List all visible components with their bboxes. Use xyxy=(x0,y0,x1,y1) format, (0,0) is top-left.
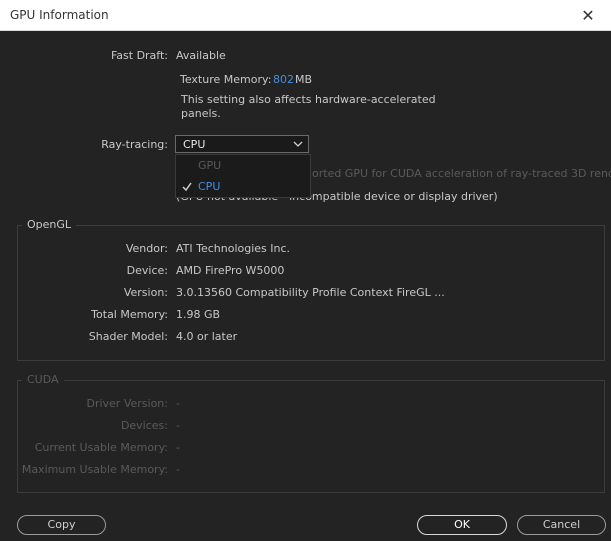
chevron-down-icon xyxy=(293,136,303,155)
cuda-devices-value: - xyxy=(176,419,180,432)
cuda-driver-version-value: - xyxy=(176,397,180,410)
cuda-maximum-memory-value: - xyxy=(176,463,180,476)
opengl-vendor-label: Vendor: xyxy=(125,242,168,255)
copy-button[interactable]: Copy xyxy=(17,515,106,535)
fast-draft-note-line2: panels. xyxy=(181,107,221,120)
opengl-title: OpenGL xyxy=(22,218,77,231)
close-icon[interactable]: ✕ xyxy=(565,0,611,31)
fast-draft-label: Fast Draft: xyxy=(110,49,168,62)
checkmark-icon xyxy=(182,179,192,196)
cuda-devices-label: Devices: xyxy=(120,419,168,432)
opengl-device-value: AMD FirePro W5000 xyxy=(176,264,285,277)
opengl-version-value: 3.0.13560 Compatibility Profile Context … xyxy=(176,286,445,299)
ray-tracing-hint: orted GPU for CUDA acceleration of ray-t… xyxy=(312,167,611,180)
ray-tracing-select[interactable]: CPU xyxy=(175,135,309,153)
ray-tracing-label: Ray-tracing: xyxy=(101,138,168,151)
ray-tracing-dropdown: GPU CPU xyxy=(175,154,311,198)
cuda-current-memory-value: - xyxy=(176,441,180,454)
cuda-driver-version-label: Driver Version: xyxy=(86,397,168,410)
cuda-title: CUDA xyxy=(22,373,64,386)
opengl-device-label: Device: xyxy=(126,264,168,277)
opengl-shader-model-label: Shader Model: xyxy=(88,330,168,343)
texture-memory-value: 802 xyxy=(273,73,294,86)
opengl-version-label: Version: xyxy=(123,286,168,299)
option-gpu[interactable]: GPU xyxy=(176,156,310,176)
texture-memory-unit: MB xyxy=(295,73,313,86)
option-gpu-label: GPU xyxy=(198,159,222,172)
opengl-total-memory-label: Total Memory: xyxy=(91,308,168,321)
fast-draft-note-line1: This setting also affects hardware-accel… xyxy=(181,93,436,106)
opengl-total-memory-value: 1.98 GB xyxy=(176,308,221,321)
texture-memory-label: Texture Memory: xyxy=(180,73,272,86)
cancel-button[interactable]: Cancel xyxy=(517,515,606,535)
cuda-current-memory-label: Current Usable Memory: xyxy=(34,441,168,454)
option-cpu-label: CPU xyxy=(198,180,221,193)
fast-draft-value: Available xyxy=(176,49,226,62)
title-bar: GPU Information ✕ xyxy=(0,0,611,31)
ok-button[interactable]: OK xyxy=(417,515,507,535)
cuda-maximum-memory-label: Maximum Usable Memory: xyxy=(21,463,168,476)
opengl-vendor-value: ATI Technologies Inc. xyxy=(176,242,291,255)
option-cpu[interactable]: CPU xyxy=(176,177,310,197)
window-title: GPU Information xyxy=(10,8,109,22)
ray-tracing-selected-value: CPU xyxy=(183,138,206,151)
opengl-shader-model-value: 4.0 or later xyxy=(176,330,238,343)
